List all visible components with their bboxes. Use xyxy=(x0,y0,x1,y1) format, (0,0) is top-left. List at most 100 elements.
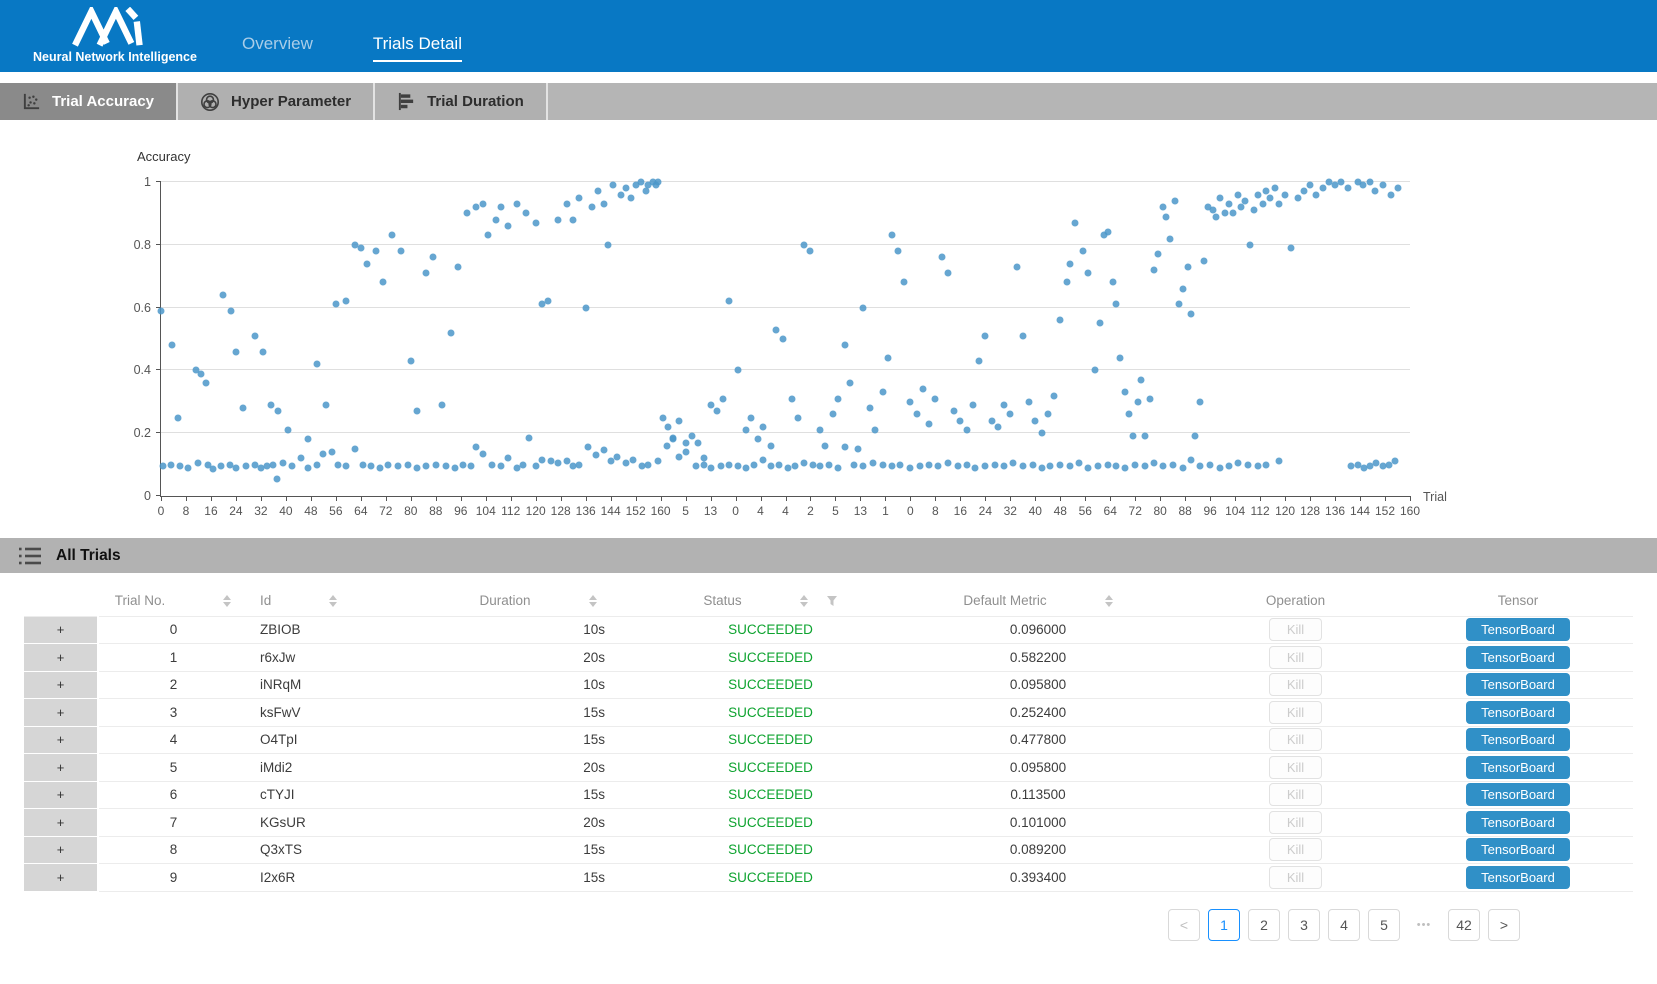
next-page-button[interactable]: > xyxy=(1488,909,1520,941)
scatter-point xyxy=(872,427,879,434)
scatter-point xyxy=(576,461,583,468)
scatter-point xyxy=(1275,200,1282,207)
scatter-point xyxy=(1113,463,1120,470)
scatter-point xyxy=(1057,317,1064,324)
kill-button[interactable]: Kill xyxy=(1269,728,1322,751)
row-expander-button[interactable]: + xyxy=(24,699,98,727)
tensorboard-button[interactable]: TensorBoard xyxy=(1466,701,1570,724)
sort-icon[interactable] xyxy=(1105,595,1113,607)
tensorboard-button[interactable]: TensorBoard xyxy=(1466,783,1570,806)
scatter-point xyxy=(576,194,583,201)
column-header-content: Tensor xyxy=(1403,593,1633,608)
nav-tab-trials-detail[interactable]: Trials Detail xyxy=(373,34,462,62)
kill-button[interactable]: Kill xyxy=(1269,618,1322,641)
scatter-point xyxy=(364,260,371,267)
scatter-point xyxy=(320,450,327,457)
page-button-1[interactable]: 1 xyxy=(1208,909,1240,941)
row-expander-button[interactable]: + xyxy=(24,671,98,699)
table-row: +6cTYJI15sSUCCEEDED0.113500KillTensorBoa… xyxy=(24,781,1633,809)
tensor-cell: TensorBoard xyxy=(1403,781,1633,809)
kill-button[interactable]: Kill xyxy=(1269,673,1322,696)
prev-page-button[interactable]: < xyxy=(1168,909,1200,941)
y-axis-tick-label: 0.4 xyxy=(117,363,151,377)
kill-button[interactable]: Kill xyxy=(1269,783,1322,806)
y-axis-tick xyxy=(156,432,161,433)
row-expander-button[interactable]: + xyxy=(24,726,98,754)
scatter-point xyxy=(372,248,379,255)
sort-icon[interactable] xyxy=(223,595,231,607)
x-axis-tick xyxy=(536,496,537,501)
sort-icon[interactable] xyxy=(800,595,808,607)
tensorboard-button[interactable]: TensorBoard xyxy=(1466,673,1570,696)
scatter-point xyxy=(888,463,895,470)
kill-button[interactable]: Kill xyxy=(1269,646,1322,669)
duration-cell: 15s xyxy=(423,781,653,809)
page-button-5[interactable]: 5 xyxy=(1368,909,1400,941)
row-expander-button[interactable]: + xyxy=(24,809,98,837)
page-button-3[interactable]: 3 xyxy=(1288,909,1320,941)
x-axis-tick xyxy=(186,496,187,501)
table-row: +7KGsUR20sSUCCEEDED0.101000KillTensorBoa… xyxy=(24,809,1633,837)
row-expander-button[interactable]: + xyxy=(24,754,98,782)
tensorboard-button[interactable]: TensorBoard xyxy=(1466,756,1570,779)
x-axis-tick xyxy=(711,496,712,501)
scatter-point xyxy=(322,401,329,408)
scatter-point xyxy=(1076,460,1083,467)
x-axis-tick xyxy=(1235,496,1236,501)
x-axis-tick xyxy=(1135,496,1136,501)
tab-hyper-parameter[interactable]: Hyper Parameter xyxy=(178,83,375,120)
scatter-point xyxy=(794,414,801,421)
row-expander-button[interactable]: + xyxy=(24,864,98,892)
tensorboard-button[interactable]: TensorBoard xyxy=(1466,838,1570,861)
default-metric-cell: 0.252400 xyxy=(888,699,1188,727)
row-expander-button[interactable]: + xyxy=(24,781,98,809)
trials-table: Trial No.IdDurationStatusDefault MetricO… xyxy=(24,586,1633,892)
filter-icon[interactable] xyxy=(826,595,838,607)
all-trials-bar: All Trials xyxy=(0,538,1657,573)
kill-button[interactable]: Kill xyxy=(1269,701,1322,724)
x-axis-tick-label: 128 xyxy=(1300,504,1320,518)
row-expander-button[interactable]: + xyxy=(24,644,98,672)
scatter-point xyxy=(367,463,374,470)
tensorboard-button[interactable]: TensorBoard xyxy=(1466,866,1570,889)
scatter-point xyxy=(513,200,520,207)
x-axis-tick-label: 24 xyxy=(979,504,992,518)
sort-icon[interactable] xyxy=(329,595,337,607)
sort-asc-caret xyxy=(223,595,231,600)
scatter-point xyxy=(1104,461,1111,468)
x-axis-tick xyxy=(935,496,936,501)
page-button-4[interactable]: 4 xyxy=(1328,909,1360,941)
kill-button[interactable]: Kill xyxy=(1269,838,1322,861)
trial-no-cell: 7 xyxy=(98,809,248,837)
x-axis-tick xyxy=(885,496,886,501)
kill-button[interactable]: Kill xyxy=(1269,811,1322,834)
row-expander-button[interactable]: + xyxy=(24,616,98,644)
x-axis-tick xyxy=(1335,496,1336,501)
tensorboard-button[interactable]: TensorBoard xyxy=(1466,618,1570,641)
tab-trial-accuracy[interactable]: Trial Accuracy xyxy=(0,83,178,120)
tab-trial-duration[interactable]: Trial Duration xyxy=(375,83,548,120)
operation-cell: Kill xyxy=(1188,616,1403,644)
sort-icon[interactable] xyxy=(589,595,597,607)
x-axis-tick-label: 1 xyxy=(882,504,889,518)
scatter-point xyxy=(913,411,920,418)
page-button-42[interactable]: 42 xyxy=(1448,909,1480,941)
kill-button[interactable]: Kill xyxy=(1269,756,1322,779)
page-button-2[interactable]: 2 xyxy=(1248,909,1280,941)
scatter-plot[interactable]: Trial 00.20.40.60.8108162432404856647280… xyxy=(160,182,1410,497)
status-badge: SUCCEEDED xyxy=(653,781,888,809)
tensorboard-button[interactable]: TensorBoard xyxy=(1466,646,1570,669)
tensorboard-button[interactable]: TensorBoard xyxy=(1466,728,1570,751)
column-header-content: Id xyxy=(248,593,423,608)
list-icon xyxy=(18,545,42,567)
column-header-content: Default Metric xyxy=(888,593,1188,608)
tensorboard-button[interactable]: TensorBoard xyxy=(1466,811,1570,834)
scatter-point xyxy=(869,460,876,467)
scatter-point xyxy=(397,248,404,255)
x-axis-tick xyxy=(1110,496,1111,501)
column-label: Trial No. xyxy=(115,593,166,608)
nav-tab-overview[interactable]: Overview xyxy=(242,34,313,62)
scatter-point xyxy=(1213,213,1220,220)
kill-button[interactable]: Kill xyxy=(1269,866,1322,889)
row-expander-button[interactable]: + xyxy=(24,836,98,864)
